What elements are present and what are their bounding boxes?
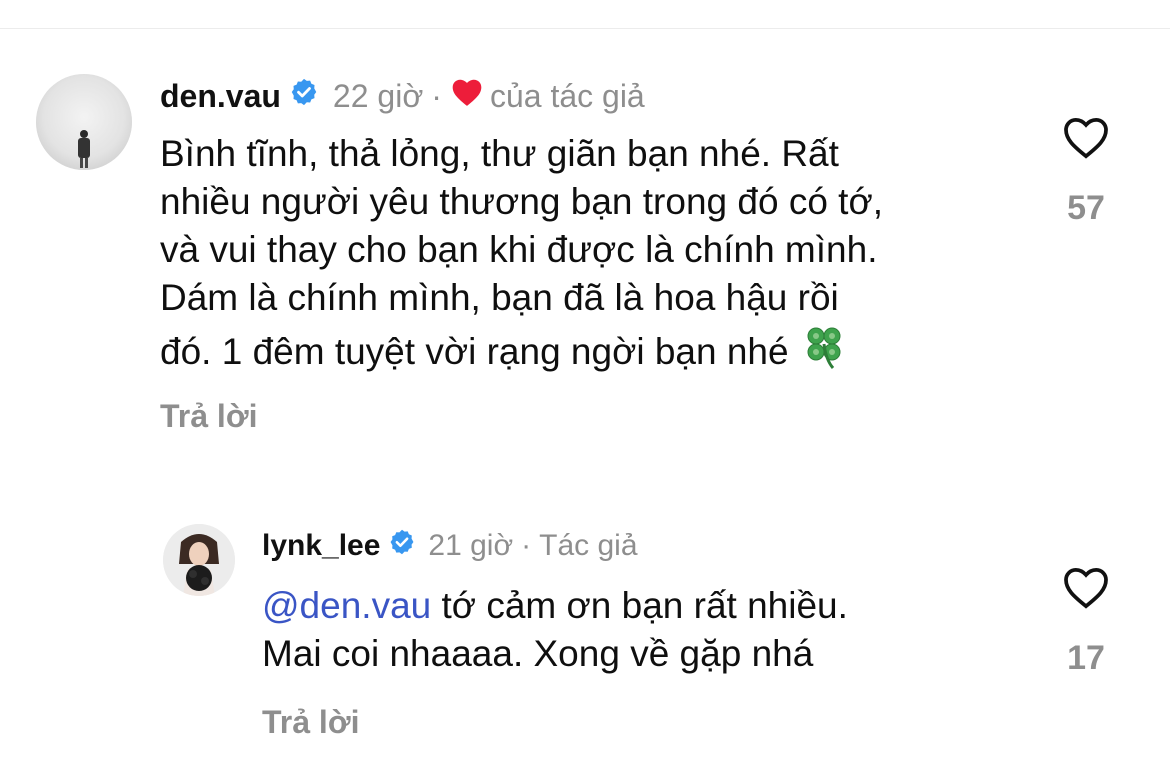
avatar-photo [163, 524, 235, 596]
comment-den-vau: den.vau 22 giờ · của tác giả Bình tĩnh, … [0, 0, 1170, 460]
heart-outline-icon[interactable] [1061, 114, 1111, 165]
username[interactable]: lynk_lee [262, 529, 380, 563]
meta-separator: · [431, 77, 442, 114]
comment-meta: den.vau 22 giờ · của tác giả [160, 76, 645, 116]
comment-meta: lynk_lee 21 giờ · Tác giả [262, 526, 638, 566]
avatar[interactable] [36, 74, 132, 170]
avatar-photo [36, 74, 132, 170]
comment-line-text: tớ cảm ơn bạn rất nhiều. [431, 585, 848, 626]
verified-badge-icon [388, 528, 416, 564]
avatar[interactable] [163, 524, 235, 596]
comment-line-text: đó. 1 đêm tuyệt vời rạng ngời bạn nhé [160, 331, 789, 372]
comment-line: và vui thay cho bạn khi được là chính mì… [160, 229, 878, 270]
liked-by-author-label: của tác giả [489, 77, 645, 114]
reply-button[interactable]: Trả lời [262, 704, 359, 741]
like-count: 17 [1067, 639, 1105, 677]
meta-separator: · [521, 529, 532, 562]
comment-line-last: đó. 1 đêm tuyệt vời rạng ngời bạn nhé [160, 322, 883, 384]
comment-line: Mai coi nhaaaa. Xong về gặp nhá [262, 633, 814, 674]
reply-comment-lynk-lee: lynk_lee 21 giờ · Tác giả @den.vau tớ cả… [0, 460, 1170, 775]
reply-button[interactable]: Trả lời [160, 398, 257, 435]
heart-filled-icon [450, 77, 484, 115]
four-leaf-clover-emoji [799, 322, 849, 384]
like-count: 57 [1067, 189, 1105, 227]
heart-outline-icon[interactable] [1061, 564, 1111, 615]
mention-link[interactable]: @den.vau [262, 585, 431, 626]
comment-line: nhiều người yêu thương bạn trong đó có t… [160, 181, 883, 222]
comment-line: Dám là chính mình, bạn đã là hoa hậu rồi [160, 277, 839, 318]
verified-badge-icon [289, 77, 319, 115]
comment-time: 21 giờ [428, 529, 514, 562]
comment-time: 22 giờ [332, 77, 424, 114]
username[interactable]: den.vau [160, 78, 281, 115]
comment-line: Bình tĩnh, thả lỏng, thư giãn bạn nhé. R… [160, 133, 839, 174]
author-label: Tác giả [539, 529, 638, 562]
comment-line: @den.vau tớ cảm ơn bạn rất nhiều. [262, 582, 848, 630]
like-control: 17 [1058, 564, 1114, 678]
comment-text: @den.vau tớ cảm ơn bạn rất nhiều. Mai co… [262, 582, 848, 678]
like-control: 57 [1058, 114, 1114, 228]
comment-text: Bình tĩnh, thả lỏng, thư giãn bạn nhé. R… [160, 130, 883, 384]
